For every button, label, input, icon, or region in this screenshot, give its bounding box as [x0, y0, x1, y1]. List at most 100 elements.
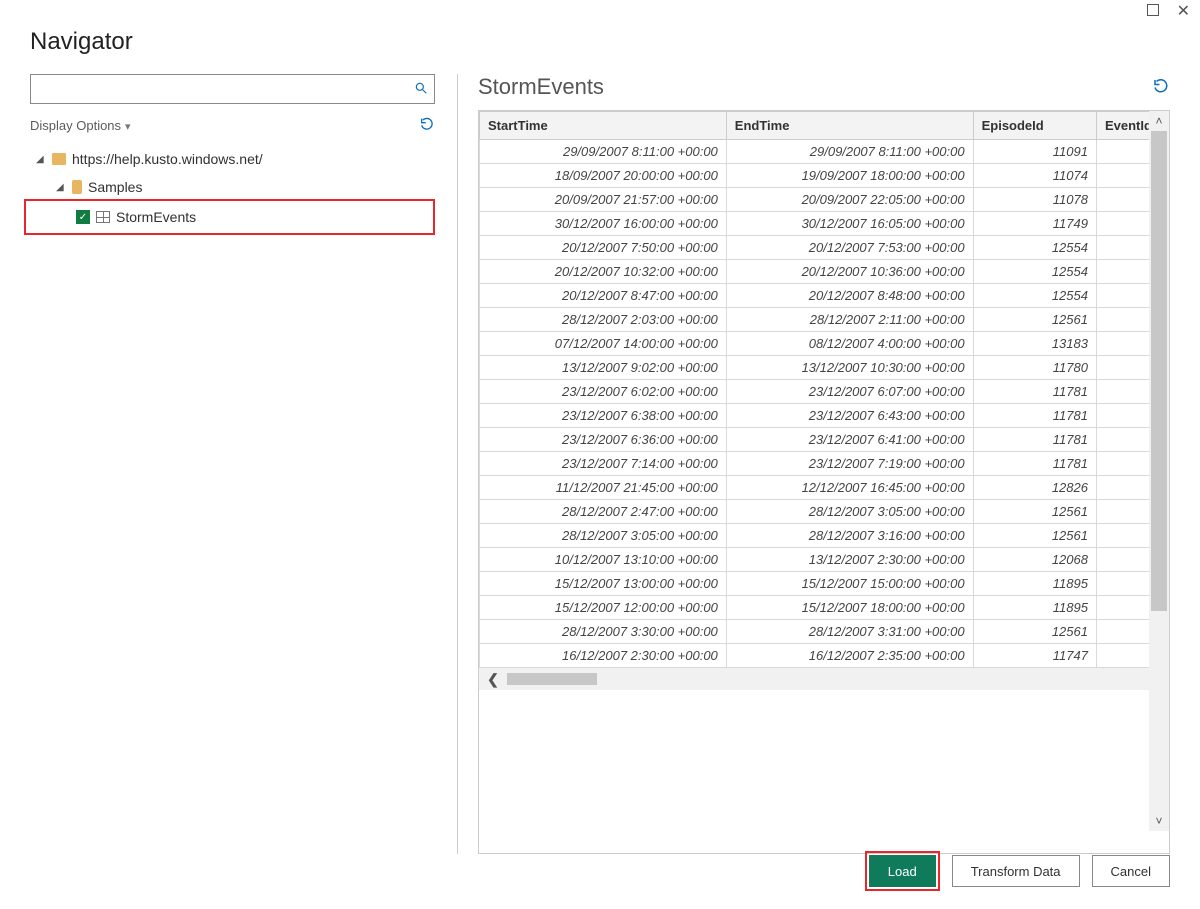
table-row[interactable]: 20/12/2007 10:32:00 +00:0020/12/2007 10:…: [480, 260, 1169, 284]
table-row[interactable]: 28/12/2007 2:03:00 +00:0028/12/2007 2:11…: [480, 308, 1169, 332]
table-cell: 15/12/2007 15:00:00 +00:00: [726, 572, 973, 596]
scroll-down-icon[interactable]: ˅: [1149, 811, 1169, 831]
expand-icon[interactable]: ◢: [56, 182, 66, 193]
expand-icon[interactable]: ◢: [36, 154, 46, 165]
table-cell: 20/09/2007 22:05:00 +00:00: [726, 188, 973, 212]
column-header[interactable]: EndTime: [726, 112, 973, 140]
table-row[interactable]: 15/12/2007 13:00:00 +00:0015/12/2007 15:…: [480, 572, 1169, 596]
table-cell: 28/12/2007 2:03:00 +00:00: [480, 308, 727, 332]
table-cell: 11895: [973, 572, 1096, 596]
load-button[interactable]: Load: [869, 855, 936, 887]
table-cell: 12826: [973, 476, 1096, 500]
column-header[interactable]: StartTime: [480, 112, 727, 140]
table-cell: 20/12/2007 10:36:00 +00:00: [726, 260, 973, 284]
table-row[interactable]: 13/12/2007 9:02:00 +00:0013/12/2007 10:3…: [480, 356, 1169, 380]
table-row[interactable]: 11/12/2007 21:45:00 +00:0012/12/2007 16:…: [480, 476, 1169, 500]
tree-node-database[interactable]: ◢ Samples: [30, 173, 435, 201]
preview-grid: StartTimeEndTimeEpisodeIdEventId29/09/20…: [478, 110, 1170, 854]
table-row[interactable]: 07/12/2007 14:00:00 +00:0008/12/2007 4:0…: [480, 332, 1169, 356]
table-row[interactable]: 29/09/2007 8:11:00 +00:0029/09/2007 8:11…: [480, 140, 1169, 164]
table-cell: 07/12/2007 14:00:00 +00:00: [480, 332, 727, 356]
table-cell: 23/12/2007 6:41:00 +00:00: [726, 428, 973, 452]
table-cell: 11780: [973, 356, 1096, 380]
nav-tree: ◢ https://help.kusto.windows.net/ ◢ Samp…: [30, 145, 435, 235]
table-cell: 16/12/2007 2:35:00 +00:00: [726, 644, 973, 668]
horizontal-scrollbar[interactable]: ❮ ❯: [479, 668, 1169, 690]
table-cell: 29/09/2007 8:11:00 +00:00: [726, 140, 973, 164]
table-row[interactable]: 28/12/2007 2:47:00 +00:0028/12/2007 3:05…: [480, 500, 1169, 524]
table-cell: 13183: [973, 332, 1096, 356]
cancel-button[interactable]: Cancel: [1092, 855, 1170, 887]
table-cell: 20/12/2007 10:32:00 +00:00: [480, 260, 727, 284]
close-icon[interactable]: [1177, 4, 1190, 20]
table-cell: 20/12/2007 8:48:00 +00:00: [726, 284, 973, 308]
table-cell: 11781: [973, 380, 1096, 404]
table-cell: 11781: [973, 428, 1096, 452]
table-cell: 23/12/2007 6:43:00 +00:00: [726, 404, 973, 428]
table-cell: 12554: [973, 284, 1096, 308]
search-input[interactable]: [37, 81, 414, 98]
scroll-thumb[interactable]: [1151, 131, 1167, 611]
tree-node-table[interactable]: ✓ StormEvents: [30, 203, 429, 231]
table-cell: 11747: [973, 644, 1096, 668]
table-cell: 15/12/2007 13:00:00 +00:00: [480, 572, 727, 596]
table-row[interactable]: 20/12/2007 7:50:00 +00:0020/12/2007 7:53…: [480, 236, 1169, 260]
table-row[interactable]: 23/12/2007 7:14:00 +00:0023/12/2007 7:19…: [480, 452, 1169, 476]
table-row[interactable]: 23/12/2007 6:36:00 +00:0023/12/2007 6:41…: [480, 428, 1169, 452]
tree-label: Samples: [88, 179, 142, 195]
scroll-up-icon[interactable]: ˄: [1149, 111, 1169, 131]
column-header[interactable]: EpisodeId: [973, 112, 1096, 140]
dialog-title: Navigator: [0, 0, 1200, 74]
maximize-icon[interactable]: [1147, 4, 1159, 16]
table-cell: 12561: [973, 500, 1096, 524]
table-cell: 11781: [973, 452, 1096, 476]
table-cell: 13/12/2007 2:30:00 +00:00: [726, 548, 973, 572]
table-cell: 10/12/2007 13:10:00 +00:00: [480, 548, 727, 572]
table-row[interactable]: 16/12/2007 2:30:00 +00:0016/12/2007 2:35…: [480, 644, 1169, 668]
table-cell: 28/12/2007 3:16:00 +00:00: [726, 524, 973, 548]
table-row[interactable]: 28/12/2007 3:05:00 +00:0028/12/2007 3:16…: [480, 524, 1169, 548]
transform-data-button[interactable]: Transform Data: [952, 855, 1080, 887]
table-cell: 23/12/2007 7:14:00 +00:00: [480, 452, 727, 476]
table-cell: 20/12/2007 7:50:00 +00:00: [480, 236, 727, 260]
tree-label: https://help.kusto.windows.net/: [72, 151, 263, 167]
table-row[interactable]: 20/12/2007 8:47:00 +00:0020/12/2007 8:48…: [480, 284, 1169, 308]
table-cell: 11/12/2007 21:45:00 +00:00: [480, 476, 727, 500]
table-cell: 23/12/2007 6:07:00 +00:00: [726, 380, 973, 404]
refresh-preview-icon[interactable]: [1152, 77, 1170, 98]
table-cell: 23/12/2007 6:38:00 +00:00: [480, 404, 727, 428]
search-icon[interactable]: [414, 81, 428, 98]
table-cell: 18/09/2007 20:00:00 +00:00: [480, 164, 727, 188]
table-row[interactable]: 18/09/2007 20:00:00 +00:0019/09/2007 18:…: [480, 164, 1169, 188]
table-cell: 16/12/2007 2:30:00 +00:00: [480, 644, 727, 668]
refresh-tree-icon[interactable]: [419, 116, 435, 135]
scroll-thumb[interactable]: [507, 673, 597, 685]
table-cell: 20/09/2007 21:57:00 +00:00: [480, 188, 727, 212]
folder-icon: [52, 153, 66, 165]
scroll-left-icon[interactable]: ❮: [479, 671, 507, 688]
database-icon: [72, 180, 82, 194]
table-cell: 28/12/2007 2:11:00 +00:00: [726, 308, 973, 332]
table-row[interactable]: 28/12/2007 3:30:00 +00:0028/12/2007 3:31…: [480, 620, 1169, 644]
vertical-scrollbar[interactable]: ˄ ˅: [1149, 111, 1169, 831]
table-cell: 11074: [973, 164, 1096, 188]
table-cell: 11749: [973, 212, 1096, 236]
table-cell: 15/12/2007 18:00:00 +00:00: [726, 596, 973, 620]
table-cell: 12561: [973, 524, 1096, 548]
table-cell: 28/12/2007 3:31:00 +00:00: [726, 620, 973, 644]
table-cell: 28/12/2007 3:05:00 +00:00: [480, 524, 727, 548]
table-row[interactable]: 15/12/2007 12:00:00 +00:0015/12/2007 18:…: [480, 596, 1169, 620]
table-cell: 19/09/2007 18:00:00 +00:00: [726, 164, 973, 188]
table-cell: 11091: [973, 140, 1096, 164]
table-row[interactable]: 23/12/2007 6:02:00 +00:0023/12/2007 6:07…: [480, 380, 1169, 404]
table-row[interactable]: 10/12/2007 13:10:00 +00:0013/12/2007 2:3…: [480, 548, 1169, 572]
table-cell: 11895: [973, 596, 1096, 620]
table-row[interactable]: 23/12/2007 6:38:00 +00:0023/12/2007 6:43…: [480, 404, 1169, 428]
table-cell: 29/09/2007 8:11:00 +00:00: [480, 140, 727, 164]
search-input-container[interactable]: [30, 74, 435, 104]
table-row[interactable]: 20/09/2007 21:57:00 +00:0020/09/2007 22:…: [480, 188, 1169, 212]
table-row[interactable]: 30/12/2007 16:00:00 +00:0030/12/2007 16:…: [480, 212, 1169, 236]
display-options-dropdown[interactable]: Display Options: [30, 118, 131, 133]
checkbox-checked-icon[interactable]: ✓: [76, 210, 90, 224]
tree-node-connection[interactable]: ◢ https://help.kusto.windows.net/: [30, 145, 435, 173]
